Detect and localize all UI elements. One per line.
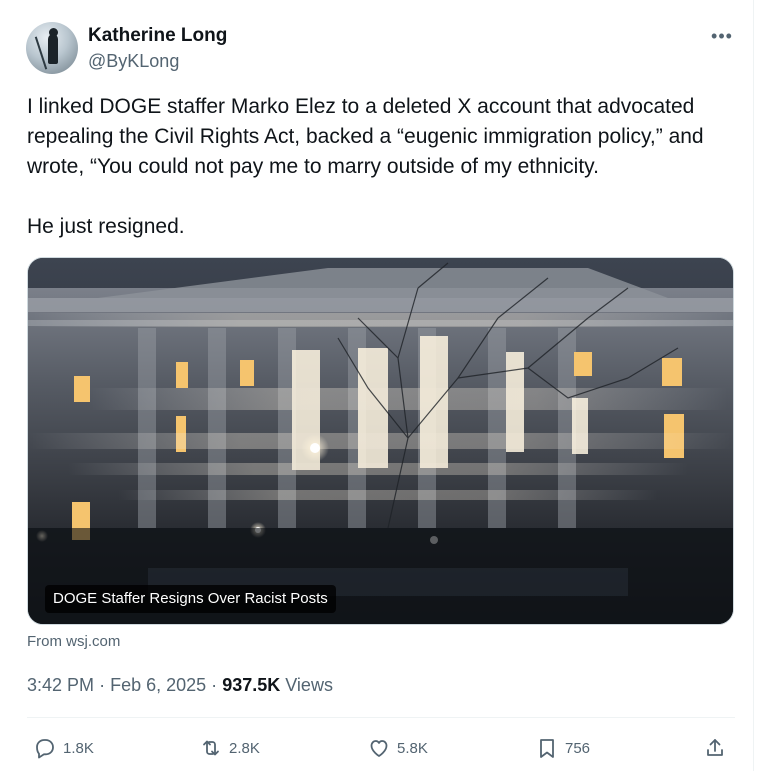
like-button[interactable]: 5.8K bbox=[367, 732, 428, 764]
link-card-headline[interactable]: DOGE Staffer Resigns Over Racist Posts bbox=[45, 585, 336, 613]
tweet-meta: 3:42 PM · Feb 6, 2025 · 937.5K Views bbox=[27, 673, 333, 697]
divider bbox=[27, 717, 735, 718]
views-count: 937.5K bbox=[222, 675, 281, 695]
link-card-image[interactable] bbox=[27, 257, 734, 625]
bookmark-button[interactable]: 756 bbox=[535, 732, 590, 764]
like-count: 5.8K bbox=[397, 739, 428, 757]
building-photo bbox=[28, 258, 733, 624]
repost-button[interactable]: 2.8K bbox=[199, 732, 260, 764]
bookmark-icon bbox=[540, 739, 554, 758]
tweet-time[interactable]: 3:42 PM bbox=[27, 675, 94, 695]
reply-count: 1.8K bbox=[63, 739, 94, 757]
avatar-figure bbox=[48, 34, 58, 64]
share-icon bbox=[707, 739, 723, 756]
action-bar: 1.8K 2.8K 5.8K 756 bbox=[27, 732, 735, 764]
author-name[interactable]: Katherine Long bbox=[88, 24, 227, 48]
tweet-card: Katherine Long @ByKLong ••• I linked DOG… bbox=[0, 0, 754, 771]
reply-icon bbox=[36, 739, 54, 759]
more-horizontal-icon[interactable]: ••• bbox=[708, 26, 736, 46]
repost-icon bbox=[203, 740, 219, 756]
repost-count: 2.8K bbox=[229, 739, 260, 757]
avatar[interactable] bbox=[26, 22, 78, 74]
bookmark-count: 756 bbox=[565, 739, 591, 757]
avatar-pole bbox=[34, 36, 48, 70]
reply-button[interactable]: 1.8K bbox=[33, 732, 94, 764]
tweet-paragraph: I linked DOGE staffer Marko Elez to a de… bbox=[27, 95, 704, 178]
heart-icon bbox=[370, 740, 388, 757]
author-handle[interactable]: @ByKLong bbox=[88, 49, 179, 73]
tweet-date[interactable]: Feb 6, 2025 bbox=[110, 675, 206, 695]
meta-separator: · bbox=[99, 675, 106, 695]
link-source[interactable]: From wsj.com bbox=[27, 632, 120, 652]
views-label: Views bbox=[285, 675, 333, 695]
meta-separator: · bbox=[211, 675, 218, 695]
tweet-paragraph: He just resigned. bbox=[27, 215, 185, 238]
share-button[interactable] bbox=[703, 732, 733, 764]
tweet-text: I linked DOGE staffer Marko Elez to a de… bbox=[27, 92, 737, 242]
